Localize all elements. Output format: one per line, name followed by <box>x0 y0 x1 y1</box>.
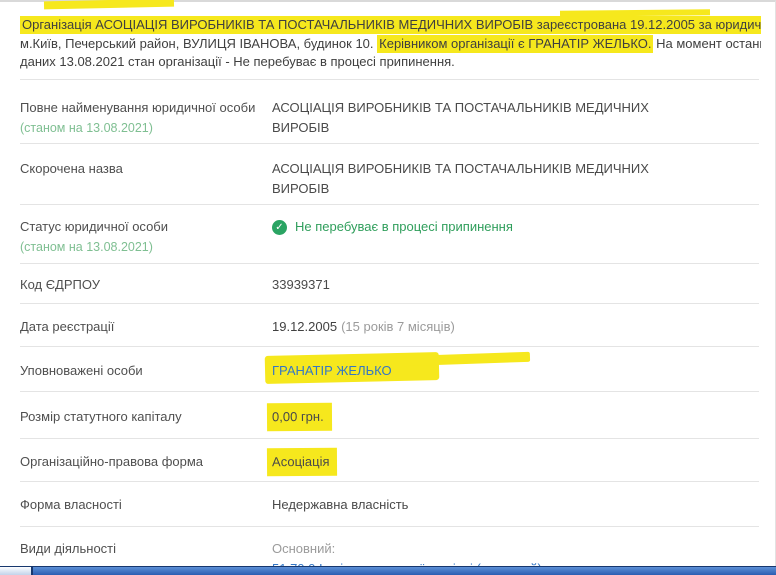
row-label: Організаційно-правова форма <box>20 452 272 472</box>
company-profile-page: Організація АСОЦІАЦІЯ ВИРОБНИКІВ ТА ПОСТ… <box>0 0 776 575</box>
table-row-legal-form: Організаційно-правова форма Асоціація <box>20 438 759 481</box>
table-row-registration-date: Дата реєстрації 19.12.2005 (15 років 7 мі… <box>20 303 759 346</box>
row-label: Розмір статутного капіталу <box>20 407 272 427</box>
summary-text: м.Київ, Печерський район, ВУЛИЦЯ ІВАНОВА… <box>20 36 377 51</box>
table-row-authorized-persons: Уповноважені особи ГРАНАТІР ЖЕЛЬКО <box>20 346 759 391</box>
check-circle-icon: ✓ <box>272 220 287 235</box>
row-label: Дата реєстрації <box>20 317 272 337</box>
row-sublabel-date: (станом на 13.08.2021) <box>20 237 272 257</box>
row-label: Код ЄДРПОУ <box>20 275 272 295</box>
table-row-ownership: Форма власності Недержавна власність <box>20 481 759 526</box>
registration-age-note: (15 років 7 місяців) <box>341 319 455 334</box>
row-label: Види діяльності <box>20 539 272 559</box>
summary-highlight-director: Керівником організації є ГРАНАТІР ЖЕЛЬКО… <box>377 35 652 53</box>
registration-date-value: 19.12.2005 <box>272 319 337 334</box>
row-label: Скорочена назва <box>20 159 272 179</box>
capital-value-highlighted: 0,00 грн. <box>267 403 332 431</box>
row-label: Форма власності <box>20 495 272 515</box>
taskbar-button[interactable] <box>0 567 33 575</box>
summary-text: даних 13.08.2021 стан організації - Не п… <box>20 54 455 69</box>
summary-paragraph: Організація АСОЦІАЦІЯ ВИРОБНИКІВ ТА ПОСТ… <box>0 2 775 79</box>
status-text: Не перебуває в процесі припинення <box>295 217 513 237</box>
row-label: Уповноважені особи <box>20 361 272 381</box>
summary-text: На момент останнього оновлення <box>653 36 761 51</box>
authorized-person-link[interactable]: ГРАНАТІР ЖЕЛЬКО <box>272 363 392 378</box>
highlighter-smudge <box>44 0 174 9</box>
table-row-capital: Розмір статутного капіталу 0,00 грн. <box>20 391 759 438</box>
row-label: Статус юридичної особи <box>20 217 272 237</box>
summary-line-1: Організація АСОЦІАЦІЯ ВИРОБНИКІВ ТА ПОСТ… <box>20 16 761 35</box>
table-row-full-name: Повне найменування юридичної особи (стан… <box>20 79 759 143</box>
row-sublabel-date: (станом на 13.08.2021) <box>20 118 272 138</box>
company-details-table: Повне найменування юридичної особи (стан… <box>20 79 759 575</box>
ownership-value: Недержавна власність <box>272 495 702 515</box>
taskbar[interactable] <box>0 566 776 575</box>
summary-line-3: даних 13.08.2021 стан організації - Не п… <box>20 53 761 72</box>
status-badge: ✓ Не перебуває в процесі припинення <box>272 217 702 237</box>
table-row-status: Статус юридичної особи (станом на 13.08.… <box>20 204 759 263</box>
table-row-edrpou: Код ЄДРПОУ 33939371 <box>20 263 759 303</box>
legal-form-value-highlighted: Асоціація <box>267 448 338 476</box>
summary-line-2: м.Київ, Печерський район, ВУЛИЦЯ ІВАНОВА… <box>20 35 761 54</box>
table-row-short-name: Скорочена назва АСОЦІАЦІЯ ВИРОБНИКІВ ТА … <box>20 143 759 204</box>
summary-highlight-registration: Організація АСОЦІАЦІЯ ВИРОБНИКІВ ТА ПОСТ… <box>20 16 761 34</box>
edrpou-value: 33939371 <box>272 275 702 295</box>
full-name-value: АСОЦІАЦІЯ ВИРОБНИКІВ ТА ПОСТАЧАЛЬНИКІВ М… <box>272 98 702 138</box>
activities-caption: Основний: <box>272 539 702 559</box>
short-name-value: АСОЦІАЦІЯ ВИРОБНИКІВ ТА ПОСТАЧАЛЬНИКІВ М… <box>272 159 702 199</box>
row-label: Повне найменування юридичної особи <box>20 98 272 118</box>
